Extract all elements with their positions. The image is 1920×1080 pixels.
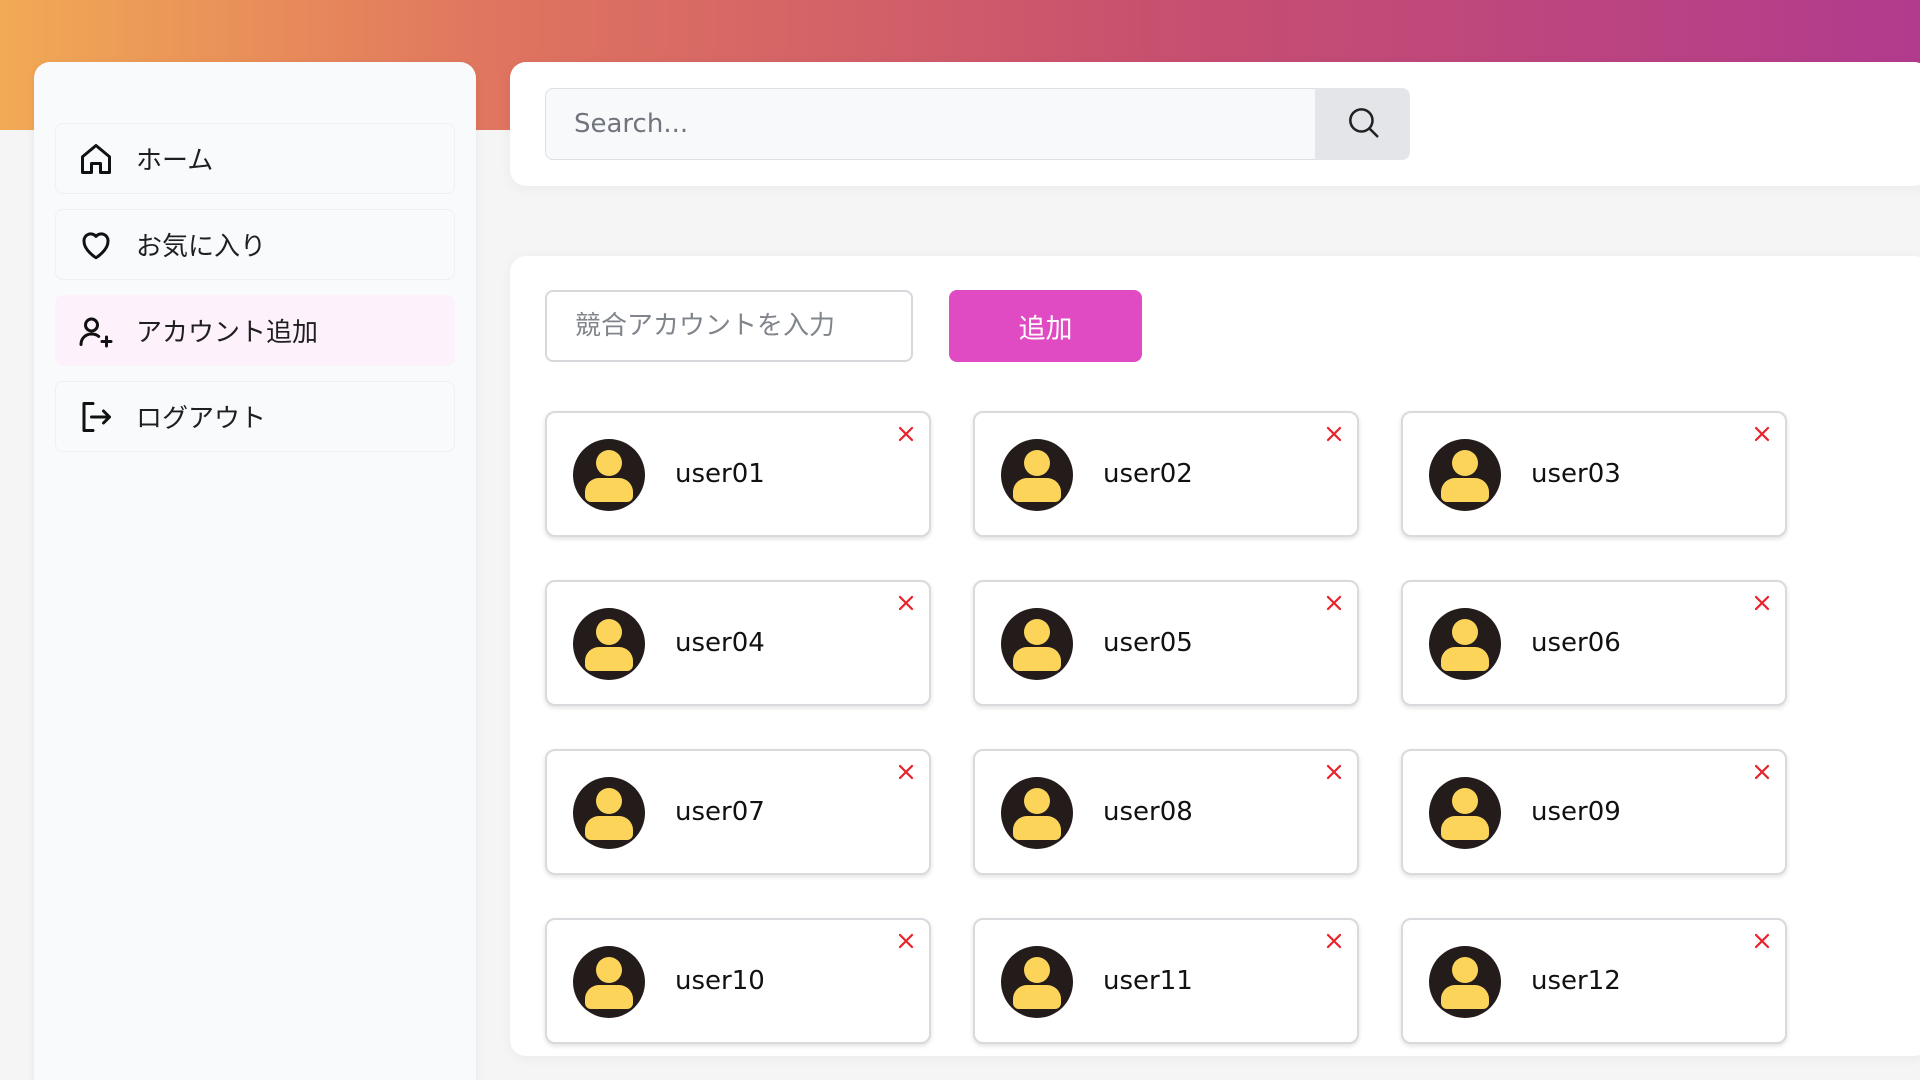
avatar-head [596,957,622,983]
user-name: user07 [675,797,765,827]
user-card[interactable]: user05 [973,580,1359,706]
avatar-body [585,647,633,671]
avatar-head [1024,619,1050,645]
avatar-body [1013,985,1061,1009]
avatar-body [1013,647,1061,671]
logout-icon [76,397,116,437]
avatar-head [1024,450,1050,476]
user-name: user12 [1531,966,1621,996]
avatar-head [1024,788,1050,814]
close-icon[interactable] [1321,590,1347,616]
user-name: user10 [675,966,765,996]
avatar-head [596,788,622,814]
close-icon[interactable] [893,928,919,954]
avatar-head [596,450,622,476]
avatar-head [1452,957,1478,983]
avatar-body [585,985,633,1009]
avatar-head [1024,957,1050,983]
close-icon[interactable] [1321,421,1347,447]
user-name: user11 [1103,966,1193,996]
sidebar-item-label: お気に入り [136,232,267,262]
close-icon[interactable] [893,421,919,447]
competitor-account-input[interactable] [545,290,913,362]
user-card[interactable]: user08 [973,749,1359,875]
user-name: user03 [1531,459,1621,489]
avatar [1429,439,1501,511]
home-icon [76,139,116,179]
avatar-body [1441,985,1489,1009]
avatar [573,439,645,511]
avatar [573,777,645,849]
avatar [1429,608,1501,680]
close-icon[interactable] [1321,928,1347,954]
user-grid: user01 user02 user03 user04 user05 user06 user… [545,411,1787,1044]
user-card[interactable]: user04 [545,580,931,706]
user-card[interactable]: user02 [973,411,1359,537]
avatar [1001,439,1073,511]
sidebar-item-label: アカウント追加 [136,318,319,348]
sidebar-item-label: ホーム [136,146,214,176]
avatar [573,608,645,680]
search-bar [510,62,1920,186]
avatar-body [1013,478,1061,502]
user-name: user01 [675,459,765,489]
close-icon[interactable] [1749,759,1775,785]
search-input[interactable] [545,88,1315,160]
user-card[interactable]: user03 [1401,411,1787,537]
avatar-head [1452,450,1478,476]
avatar [1429,777,1501,849]
avatar-head [1452,619,1478,645]
close-icon[interactable] [893,759,919,785]
user-card[interactable]: user09 [1401,749,1787,875]
account-panel: 追加 user01user02user03user04user05user06u… [510,256,1920,1056]
avatar-head [596,619,622,645]
avatar [1001,777,1073,849]
close-icon[interactable] [1749,928,1775,954]
avatar-body [1441,816,1489,840]
user-name: user08 [1103,797,1193,827]
user-name: user06 [1531,628,1621,658]
avatar-body [1441,647,1489,671]
close-icon[interactable] [1321,759,1347,785]
avatar-body [585,816,633,840]
sidebar-item-favorites[interactable]: お気に入り [55,209,455,280]
close-icon[interactable] [1749,421,1775,447]
add-button[interactable]: 追加 [949,290,1142,362]
heart-icon [76,225,116,265]
user-card[interactable]: user11 [973,918,1359,1044]
user-plus-icon [76,311,116,351]
avatar [1429,946,1501,1018]
avatar-body [1013,816,1061,840]
search-icon [1344,103,1382,145]
close-icon[interactable] [1749,590,1775,616]
user-card[interactable]: user06 [1401,580,1787,706]
avatar-head [1452,788,1478,814]
user-card[interactable]: user10 [545,918,931,1044]
user-name: user04 [675,628,765,658]
user-card[interactable]: user01 [545,411,931,537]
close-icon[interactable] [893,590,919,616]
user-name: user09 [1531,797,1621,827]
avatar [573,946,645,1018]
avatar [1001,946,1073,1018]
avatar-body [1441,478,1489,502]
sidebar-item-label: ログアウト [136,404,267,434]
user-name: user02 [1103,459,1193,489]
sidebar: ホーム お気に入り アカウント追加 ログアウト [34,62,476,1080]
search-button[interactable] [1315,88,1410,160]
sidebar-item-home[interactable]: ホーム [55,123,455,194]
avatar [1001,608,1073,680]
sidebar-item-logout[interactable]: ログアウト [55,381,455,452]
user-card[interactable]: user07 [545,749,931,875]
user-card[interactable]: user12 [1401,918,1787,1044]
user-name: user05 [1103,628,1193,658]
avatar-body [585,478,633,502]
sidebar-item-add-account[interactable]: アカウント追加 [55,295,455,366]
